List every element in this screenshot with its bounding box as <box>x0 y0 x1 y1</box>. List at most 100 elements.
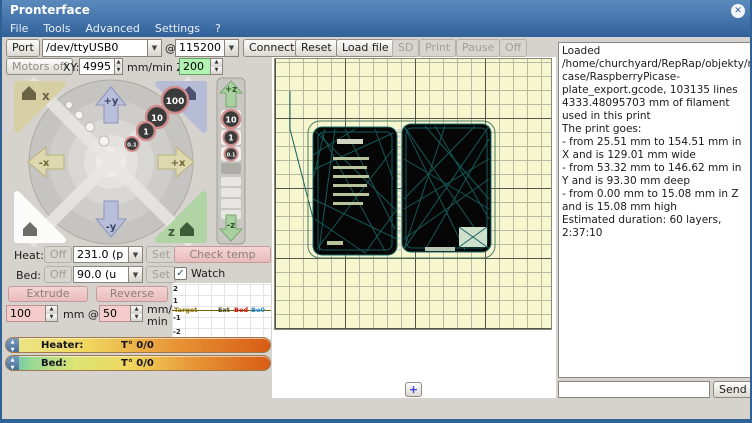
heater-gauge-value: T° 0/0 <box>121 340 154 351</box>
gcode-viewer[interactable]: + <box>272 57 556 398</box>
graph-tick: -1 <box>173 314 181 322</box>
bed-label: Bed: <box>16 269 41 282</box>
chevron-down-icon[interactable]: ▼ <box>128 266 143 283</box>
titlebar[interactable]: Pronterface ✕ File Tools Advanced Settin… <box>2 0 750 37</box>
connect-button[interactable]: Connect <box>243 39 300 57</box>
distance-100: 100 <box>166 97 185 107</box>
graph-legend-be0: Be0 <box>251 306 265 314</box>
bed-gauge-value: T° 0/0 <box>121 358 154 369</box>
heater-temp-combo[interactable]: 231.0 (p ▼ <box>73 246 143 263</box>
graph-tick: -2 <box>173 328 181 336</box>
window-title: Pronterface <box>10 3 90 17</box>
plus-y-label: +y <box>104 96 119 107</box>
xy-feedrate-value: 4995 <box>79 58 114 75</box>
spinner-arrows-icon[interactable]: ▲▼ <box>45 305 58 322</box>
watch-label: Watch <box>191 267 225 280</box>
off-button: Off <box>499 39 527 57</box>
xy-feed-label: XY: <box>63 61 80 74</box>
command-input[interactable] <box>558 381 710 398</box>
z-jog-column: +z 10 1 0.1 -z <box>216 77 246 245</box>
extrude-speed-value: 50 <box>99 305 130 322</box>
chevron-down-icon[interactable]: ▼ <box>147 39 162 57</box>
port-combo[interactable]: /dev/ttyUSB0 ▼ <box>42 39 162 57</box>
graph-legend-target: Target <box>174 306 197 314</box>
mm-min-label-2: min <box>147 315 168 328</box>
sd-button: SD <box>392 39 419 57</box>
z-distance-10[interactable]: 10 <box>225 116 237 125</box>
home-x-letter: x <box>42 89 50 103</box>
spinner-arrows-icon[interactable]: ▲▼ <box>130 305 143 322</box>
gcode-travel-moves <box>290 91 315 226</box>
minus-z-label: -z <box>227 221 236 231</box>
menu-advanced[interactable]: Advanced <box>86 22 140 35</box>
extrude-length-value: 100 <box>6 305 45 322</box>
extrude-button[interactable]: Extrude <box>8 286 88 302</box>
z-feedrate-spinner[interactable]: 200 ▲▼ <box>179 58 223 75</box>
spinner-arrows-icon[interactable]: ▲▼ <box>210 58 223 75</box>
z-distance-1[interactable]: 1 <box>228 134 233 143</box>
bed-gauge-label: Bed: <box>41 358 67 369</box>
bed-temp-value: 90.0 (u <box>73 266 128 283</box>
z-distance-01[interactable]: 0.1 <box>227 153 236 159</box>
extrude-speed-spinner[interactable]: 50 ▲▼ <box>99 305 143 322</box>
temperature-graph: 2 1 -1 -2 Target Ext Bed Be0 <box>172 283 271 340</box>
check-temp-button[interactable]: Check temp <box>174 246 271 263</box>
heater-temp-value: 231.0 (p <box>73 246 128 263</box>
print-object-left-half <box>313 127 397 255</box>
status-bar: Loaded /home/churchyard/RepRap/objekty/r… <box>2 400 750 419</box>
heater-set-button: Set <box>146 246 176 263</box>
pause-button: Pause <box>456 39 500 57</box>
pronterface-window: Pronterface ✕ File Tools Advanced Settin… <box>0 0 752 423</box>
bed-off-button: Off <box>44 266 72 283</box>
distance-1: 1 <box>143 128 149 137</box>
print-button: Print <box>419 39 456 57</box>
heater-gauge[interactable]: ▲▼ Heater: T° 0/0 <box>5 337 271 353</box>
baud-combo[interactable]: 115200 ▼ <box>175 39 239 57</box>
print-bed-plate[interactable] <box>274 58 552 330</box>
home-z-letter: z <box>168 225 175 239</box>
distance-10: 10 <box>151 114 163 124</box>
distance-01: 0.1 <box>127 143 137 149</box>
add-view-button[interactable]: + <box>405 382 422 397</box>
menu-settings[interactable]: Settings <box>155 22 200 35</box>
menu-file[interactable]: File <box>10 22 28 35</box>
gcode-preview <box>275 59 553 331</box>
minus-x-label: -x <box>39 158 50 169</box>
graph-tick: 2 <box>173 285 178 293</box>
port-value: /dev/ttyUSB0 <box>42 39 147 57</box>
baud-value: 115200 <box>175 39 224 57</box>
spinner-arrows-icon[interactable]: ▲▼ <box>114 58 123 75</box>
close-icon[interactable]: ✕ <box>731 4 745 18</box>
xy-feedrate-spinner[interactable]: 4995 ▲▼ <box>79 58 123 75</box>
gauge-spinner-icon[interactable]: ▲▼ <box>6 338 19 352</box>
bed-set-button: Set <box>146 266 176 283</box>
z-feedrate-value: 200 <box>179 58 210 75</box>
minus-y-label: -y <box>106 222 117 233</box>
gauge-spinner-icon[interactable]: ▲▼ <box>6 356 19 370</box>
menu-tools[interactable]: Tools <box>43 22 70 35</box>
jog-pad: x y z +y -y -x +x 100 10 <box>10 77 210 247</box>
graph-tick: 1 <box>173 297 178 305</box>
bed-temp-combo[interactable]: 90.0 (u ▼ <box>73 266 143 283</box>
reverse-button[interactable]: Reverse <box>96 286 168 302</box>
heat-label: Heat: <box>14 249 44 262</box>
send-button[interactable]: Send <box>713 381 752 398</box>
graph-legend-ext: Ext <box>218 306 230 314</box>
watch-checkbox[interactable]: ✓ <box>174 267 187 280</box>
port-button[interactable]: Port <box>6 39 40 57</box>
menu-help[interactable]: ? <box>215 22 221 35</box>
bed-gauge[interactable]: ▲▼ Bed: T° 0/0 <box>5 355 271 371</box>
z-cell-selected[interactable] <box>221 163 241 174</box>
heater-off-button: Off <box>44 246 72 263</box>
mm-at-label: mm @ <box>63 308 99 321</box>
chevron-down-icon[interactable]: ▼ <box>224 39 239 57</box>
reset-button[interactable]: Reset <box>295 39 338 57</box>
load-file-button[interactable]: Load file <box>336 39 395 57</box>
plus-x-label: +x <box>171 158 186 169</box>
console-log[interactable]: Loaded /home/churchyard/RepRap/objekty/r… <box>558 42 751 378</box>
graph-legend-bed: Bed <box>234 306 248 314</box>
extrude-length-spinner[interactable]: 100 ▲▼ <box>6 305 58 322</box>
chevron-down-icon[interactable]: ▼ <box>128 246 143 263</box>
heater-gauge-label: Heater: <box>41 340 83 351</box>
menubar: File Tools Advanced Settings ? <box>2 20 750 37</box>
